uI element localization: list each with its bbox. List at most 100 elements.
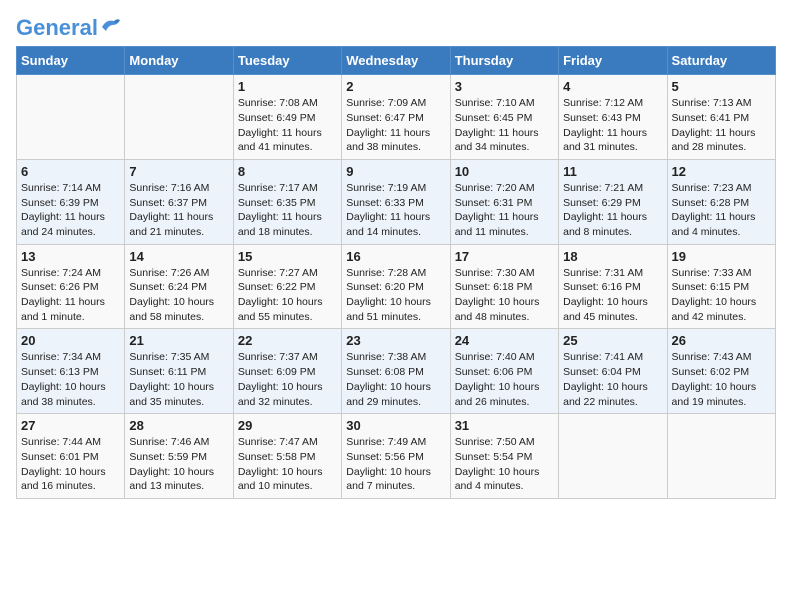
day-info: Sunrise: 7:26 AMSunset: 6:24 PMDaylight:…: [129, 266, 228, 325]
calendar-cell: 8 Sunrise: 7:17 AMSunset: 6:35 PMDaylight…: [233, 159, 341, 244]
day-info: Sunrise: 7:40 AMSunset: 6:06 PMDaylight:…: [455, 350, 554, 409]
calendar-cell: 17 Sunrise: 7:30 AMSunset: 6:18 PMDayligh…: [450, 244, 558, 329]
calendar-cell: 22 Sunrise: 7:37 AMSunset: 6:09 PMDayligh…: [233, 329, 341, 414]
calendar-cell: 10 Sunrise: 7:20 AMSunset: 6:31 PMDayligh…: [450, 159, 558, 244]
day-number: 25: [563, 333, 662, 348]
day-info: Sunrise: 7:10 AMSunset: 6:45 PMDaylight:…: [455, 96, 554, 155]
calendar-cell: 6Sunrise: 7:14 AMSunset: 6:39 PMDaylight…: [17, 159, 125, 244]
day-number: 19: [672, 249, 771, 264]
day-number: 28: [129, 418, 228, 433]
day-info: Sunrise: 7:21 AMSunset: 6:29 PMDaylight:…: [563, 181, 662, 240]
logo-bird-icon: [100, 17, 122, 35]
day-number: 16: [346, 249, 445, 264]
day-number: 2: [346, 79, 445, 94]
weekday-header-monday: Monday: [125, 47, 233, 75]
calendar-cell: [559, 414, 667, 499]
day-info: Sunrise: 7:49 AMSunset: 5:56 PMDaylight:…: [346, 435, 445, 494]
day-number: 23: [346, 333, 445, 348]
calendar-cell: 15 Sunrise: 7:27 AMSunset: 6:22 PMDayligh…: [233, 244, 341, 329]
day-info: Sunrise: 7:09 AMSunset: 6:47 PMDaylight:…: [346, 96, 445, 155]
logo-general: General: [16, 15, 98, 40]
day-info: Sunrise: 7:34 AMSunset: 6:13 PMDaylight:…: [21, 350, 120, 409]
calendar-week-row: 6Sunrise: 7:14 AMSunset: 6:39 PMDaylight…: [17, 159, 776, 244]
calendar-cell: 18 Sunrise: 7:31 AMSunset: 6:16 PMDayligh…: [559, 244, 667, 329]
day-info: Sunrise: 7:37 AMSunset: 6:09 PMDaylight:…: [238, 350, 337, 409]
page-container: General SundayMondayTuesdayWednesdayThur…: [0, 0, 792, 509]
calendar-cell: 25 Sunrise: 7:41 AMSunset: 6:04 PMDayligh…: [559, 329, 667, 414]
calendar-cell: [17, 75, 125, 160]
calendar-week-row: 1 Sunrise: 7:08 AMSunset: 6:49 PMDaylight…: [17, 75, 776, 160]
day-info: Sunrise: 7:31 AMSunset: 6:16 PMDaylight:…: [563, 266, 662, 325]
day-info: Sunrise: 7:33 AMSunset: 6:15 PMDaylight:…: [672, 266, 771, 325]
calendar-cell: [667, 414, 775, 499]
day-number: 1: [238, 79, 337, 94]
page-header: General: [16, 16, 776, 36]
day-info: Sunrise: 7:20 AMSunset: 6:31 PMDaylight:…: [455, 181, 554, 240]
day-number: 12: [672, 164, 771, 179]
day-info: Sunrise: 7:41 AMSunset: 6:04 PMDaylight:…: [563, 350, 662, 409]
calendar-cell: 13Sunrise: 7:24 AMSunset: 6:26 PMDayligh…: [17, 244, 125, 329]
day-info: Sunrise: 7:50 AMSunset: 5:54 PMDaylight:…: [455, 435, 554, 494]
day-number: 24: [455, 333, 554, 348]
calendar-cell: 24 Sunrise: 7:40 AMSunset: 6:06 PMDayligh…: [450, 329, 558, 414]
calendar-cell: 19 Sunrise: 7:33 AMSunset: 6:15 PMDayligh…: [667, 244, 775, 329]
day-info: Sunrise: 7:43 AMSunset: 6:02 PMDaylight:…: [672, 350, 771, 409]
day-number: 7: [129, 164, 228, 179]
calendar-cell: 14 Sunrise: 7:26 AMSunset: 6:24 PMDayligh…: [125, 244, 233, 329]
calendar-header-row: SundayMondayTuesdayWednesdayThursdayFrid…: [17, 47, 776, 75]
day-number: 5: [672, 79, 771, 94]
day-info: Sunrise: 7:17 AMSunset: 6:35 PMDaylight:…: [238, 181, 337, 240]
day-info: Sunrise: 7:38 AMSunset: 6:08 PMDaylight:…: [346, 350, 445, 409]
calendar-week-row: 27Sunrise: 7:44 AMSunset: 6:01 PMDayligh…: [17, 414, 776, 499]
calendar-cell: 26Sunrise: 7:43 AMSunset: 6:02 PMDayligh…: [667, 329, 775, 414]
calendar-cell: 16 Sunrise: 7:28 AMSunset: 6:20 PMDayligh…: [342, 244, 450, 329]
calendar-cell: 31Sunrise: 7:50 AMSunset: 5:54 PMDayligh…: [450, 414, 558, 499]
day-number: 22: [238, 333, 337, 348]
calendar-cell: 28 Sunrise: 7:46 AMSunset: 5:59 PMDayligh…: [125, 414, 233, 499]
day-number: 14: [129, 249, 228, 264]
weekday-header-friday: Friday: [559, 47, 667, 75]
day-info: Sunrise: 7:27 AMSunset: 6:22 PMDaylight:…: [238, 266, 337, 325]
weekday-header-tuesday: Tuesday: [233, 47, 341, 75]
calendar-cell: [125, 75, 233, 160]
day-info: Sunrise: 7:46 AMSunset: 5:59 PMDaylight:…: [129, 435, 228, 494]
calendar-cell: 7 Sunrise: 7:16 AMSunset: 6:37 PMDaylight…: [125, 159, 233, 244]
logo: General: [16, 16, 122, 36]
day-number: 8: [238, 164, 337, 179]
calendar-cell: 21Sunrise: 7:35 AMSunset: 6:11 PMDayligh…: [125, 329, 233, 414]
day-number: 29: [238, 418, 337, 433]
day-number: 10: [455, 164, 554, 179]
weekday-header-wednesday: Wednesday: [342, 47, 450, 75]
weekday-header-saturday: Saturday: [667, 47, 775, 75]
day-number: 9: [346, 164, 445, 179]
calendar-cell: 11Sunrise: 7:21 AMSunset: 6:29 PMDayligh…: [559, 159, 667, 244]
day-info: Sunrise: 7:47 AMSunset: 5:58 PMDaylight:…: [238, 435, 337, 494]
day-info: Sunrise: 7:28 AMSunset: 6:20 PMDaylight:…: [346, 266, 445, 325]
calendar-cell: 20Sunrise: 7:34 AMSunset: 6:13 PMDayligh…: [17, 329, 125, 414]
calendar-cell: 3Sunrise: 7:10 AMSunset: 6:45 PMDaylight…: [450, 75, 558, 160]
logo-text: General: [16, 16, 98, 40]
calendar-cell: 9Sunrise: 7:19 AMSunset: 6:33 PMDaylight…: [342, 159, 450, 244]
day-info: Sunrise: 7:23 AMSunset: 6:28 PMDaylight:…: [672, 181, 771, 240]
day-info: Sunrise: 7:30 AMSunset: 6:18 PMDaylight:…: [455, 266, 554, 325]
day-number: 27: [21, 418, 120, 433]
weekday-header-sunday: Sunday: [17, 47, 125, 75]
weekday-header-thursday: Thursday: [450, 47, 558, 75]
calendar-cell: 12 Sunrise: 7:23 AMSunset: 6:28 PMDayligh…: [667, 159, 775, 244]
day-number: 6: [21, 164, 120, 179]
day-info: Sunrise: 7:16 AMSunset: 6:37 PMDaylight:…: [129, 181, 228, 240]
calendar-week-row: 13Sunrise: 7:24 AMSunset: 6:26 PMDayligh…: [17, 244, 776, 329]
calendar-cell: 29 Sunrise: 7:47 AMSunset: 5:58 PMDayligh…: [233, 414, 341, 499]
day-info: Sunrise: 7:08 AMSunset: 6:49 PMDaylight:…: [238, 96, 337, 155]
day-number: 18: [563, 249, 662, 264]
calendar-cell: 27Sunrise: 7:44 AMSunset: 6:01 PMDayligh…: [17, 414, 125, 499]
calendar-cell: 2 Sunrise: 7:09 AMSunset: 6:47 PMDaylight…: [342, 75, 450, 160]
day-number: 17: [455, 249, 554, 264]
day-info: Sunrise: 7:24 AMSunset: 6:26 PMDaylight:…: [21, 266, 120, 325]
day-number: 15: [238, 249, 337, 264]
calendar-cell: 5Sunrise: 7:13 AMSunset: 6:41 PMDaylight…: [667, 75, 775, 160]
day-number: 4: [563, 79, 662, 94]
day-info: Sunrise: 7:35 AMSunset: 6:11 PMDaylight:…: [129, 350, 228, 409]
calendar-cell: 30Sunrise: 7:49 AMSunset: 5:56 PMDayligh…: [342, 414, 450, 499]
calendar-cell: 1 Sunrise: 7:08 AMSunset: 6:49 PMDaylight…: [233, 75, 341, 160]
